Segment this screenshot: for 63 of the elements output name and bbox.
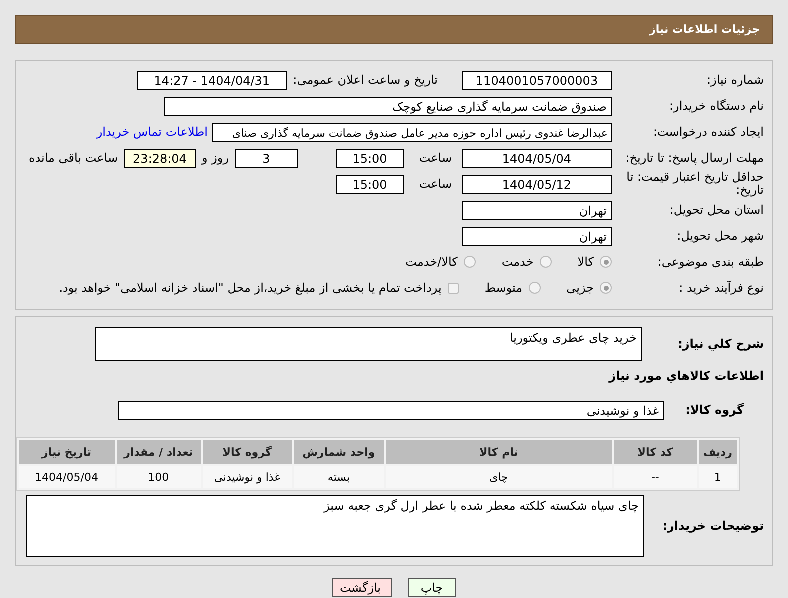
field-label: شرح کلي نیاز: bbox=[677, 337, 764, 351]
field-label: استان محل تحویل: bbox=[668, 203, 764, 217]
column-header: گروه کالا bbox=[202, 440, 292, 464]
announce-date-field: 1404/04/31 - 14:27 bbox=[137, 70, 288, 90]
validity-time-field: 15:00 bbox=[336, 174, 404, 194]
page-title: جزئیات اطلاعات نیاز bbox=[650, 23, 760, 36]
radio-label: جزیی bbox=[566, 281, 594, 295]
field-label: توضیحات خریدار: bbox=[662, 519, 764, 533]
section-heading: اطلاعات کالاهاي مورد نیاز bbox=[608, 368, 765, 385]
deadline-date-field: 1404/05/04 bbox=[462, 148, 612, 168]
table-cell: بسته bbox=[294, 466, 384, 488]
field-label: ساعت bbox=[418, 177, 452, 191]
field-label: طبقه بندی موضوعی: bbox=[656, 255, 764, 269]
need-number-field: 1104001057000003 bbox=[462, 70, 612, 90]
validity-date-field: 1404/05/12 bbox=[462, 174, 612, 194]
remaining-time-field: 23:28:04 bbox=[124, 148, 196, 168]
checkbox[interactable] bbox=[448, 282, 459, 294]
radio-button[interactable] bbox=[540, 256, 552, 268]
print-button[interactable]: چاپ bbox=[408, 578, 456, 597]
column-header: واحد شمارش bbox=[294, 440, 384, 464]
city-field: تهران bbox=[462, 226, 612, 246]
back-button[interactable]: بازگشت bbox=[332, 578, 392, 597]
checkbox-label: پرداخت تمام یا بخشی از مبلغ خرید،از محل "اسناد خزانه اسلامی" خواهد بود. bbox=[59, 281, 442, 295]
table-cell: 1 bbox=[698, 466, 737, 488]
field-label: مهلت ارسال پاسخ: تا تاریخ: bbox=[624, 152, 764, 164]
column-header: تاریخ نیاز bbox=[19, 440, 115, 464]
radio-label: کالا bbox=[578, 255, 594, 269]
field-label: نام دستگاه خریدار: bbox=[668, 99, 764, 113]
table-cell: چای bbox=[386, 466, 612, 488]
radio-button[interactable] bbox=[600, 282, 612, 294]
column-header: تعداد / مقدار bbox=[116, 440, 201, 464]
days-field: 3 bbox=[235, 148, 298, 168]
field-label: روز و bbox=[202, 151, 229, 165]
table-cell: 1404/05/04 bbox=[19, 466, 115, 488]
column-header: کد کالا bbox=[614, 440, 697, 464]
field-label: حداقل تاریخ اعتبار قیمت: تا تاریخ: bbox=[626, 171, 764, 197]
table-cell: غذا و نوشیدنی bbox=[202, 466, 292, 488]
field-label: نوع فرآیند خرید : bbox=[678, 281, 764, 295]
goods-group-field: غذا و نوشیدنی bbox=[118, 400, 664, 420]
requester-field: عبدالرضا غندوی رئیس اداره حوزه مدیر عامل صندوق ضمانت سرمایه گذاری صنای bbox=[212, 122, 612, 142]
deadline-time-field: 15:00 bbox=[336, 148, 404, 168]
radio-button[interactable] bbox=[600, 256, 612, 268]
radio-label: متوسط bbox=[484, 281, 523, 295]
field-label: شهر محل تحویل: bbox=[676, 229, 764, 243]
buyer-notes-textarea[interactable]: چای سیاه شکسته کلکته معطر شده با عطر ارل گری جعبه سبز bbox=[26, 495, 644, 557]
field-label: ایجاد کننده درخواست: bbox=[652, 125, 764, 139]
radio-button[interactable] bbox=[528, 282, 541, 294]
table-cell: -- bbox=[614, 466, 697, 488]
column-header: ردیف bbox=[698, 440, 737, 464]
buyer-contact-link[interactable]: اطلاعات تماس خریدار bbox=[96, 125, 208, 139]
radio-label: کالا/خدمت bbox=[406, 255, 458, 269]
province-field: تهران bbox=[462, 200, 612, 220]
field-label: ساعت باقی مانده bbox=[28, 151, 118, 165]
field-label: تاریخ و ساعت اعلان عمومی: bbox=[293, 73, 438, 87]
field-label: گروه کالا: bbox=[684, 403, 745, 417]
radio-label: خدمت bbox=[502, 255, 534, 269]
buyer-field: صندوق ضمانت سرمایه گذاری صنایع کوچک bbox=[164, 96, 612, 116]
radio-button[interactable] bbox=[464, 256, 476, 268]
table-cell: 100 bbox=[116, 466, 201, 488]
field-label: شماره نیاز: bbox=[706, 73, 764, 87]
description-textarea[interactable]: خرید چای عطری ویکتوریا bbox=[95, 327, 642, 361]
column-header: نام کالا bbox=[386, 440, 612, 464]
field-label: ساعت bbox=[418, 151, 452, 165]
